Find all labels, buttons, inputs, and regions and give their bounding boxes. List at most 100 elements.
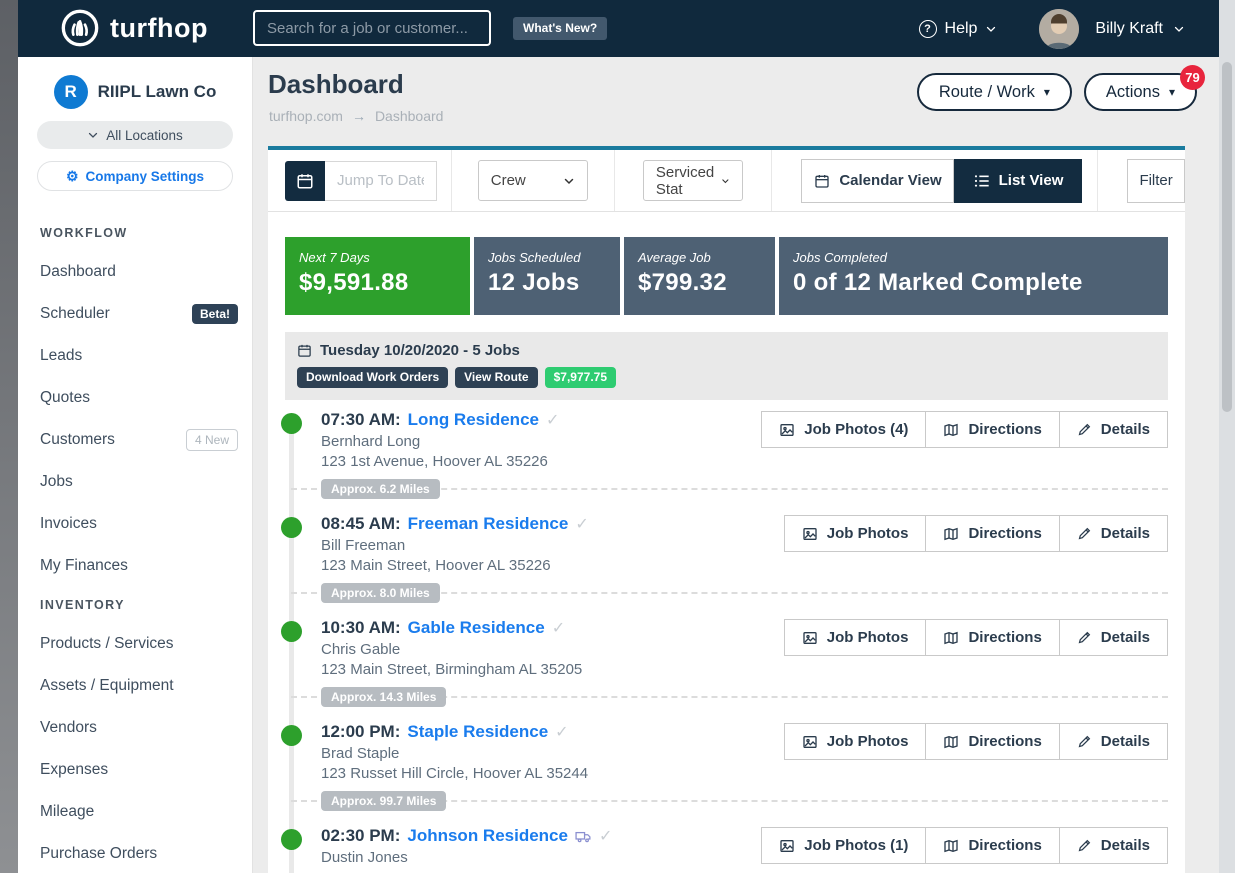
sidebar-item-jobs[interactable]: Jobs — [18, 461, 252, 503]
serviced-status-select[interactable]: Serviced Stat — [643, 160, 743, 201]
miles-badge: Approx. 99.7 Miles — [321, 791, 446, 811]
date-picker-button[interactable] — [285, 161, 325, 201]
avatar[interactable] — [1039, 9, 1079, 49]
pencil-icon — [1077, 734, 1092, 749]
job-name-link[interactable]: Freeman Residence — [408, 514, 569, 534]
gear-icon: ⚙ — [66, 169, 79, 183]
job-time: 12:00 PM: — [321, 722, 400, 742]
chevron-down-icon — [985, 23, 997, 35]
user-menu[interactable]: Billy Kraft — [1095, 20, 1185, 38]
sidebar-item-leads[interactable]: Leads — [18, 335, 252, 377]
caret-down-icon: ▾ — [1044, 86, 1050, 98]
view-route-button[interactable]: View Route — [455, 367, 537, 388]
breadcrumb-page: Dashboard — [375, 108, 444, 124]
job-row: 07:30 AM: Long Residence ✓ Bernhard Long… — [285, 410, 1168, 514]
topbar: turfhop What's New? ? Help Billy Kraft — [0, 0, 1219, 57]
job-time: 08:45 AM: — [321, 514, 401, 534]
stat-jobs-completed: Jobs Completed 0 of 12 Marked Complete — [779, 237, 1168, 315]
chevron-down-icon — [721, 175, 730, 187]
job-time: 10:30 AM: — [321, 618, 401, 638]
check-icon: ✓ — [546, 410, 559, 430]
page-scrollbar[interactable] — [1219, 0, 1235, 873]
job-status-dot — [281, 829, 302, 850]
details-button[interactable]: Details — [1059, 619, 1168, 656]
map-icon — [943, 838, 959, 854]
job-photos-button[interactable]: Job Photos — [784, 619, 927, 656]
details-button[interactable]: Details — [1059, 723, 1168, 760]
brand-name: turfhop — [110, 13, 208, 44]
chevron-down-icon — [563, 175, 575, 187]
image-icon — [779, 422, 795, 438]
image-icon — [802, 526, 818, 542]
route-work-dropdown[interactable]: Route / Work ▾ — [917, 73, 1072, 111]
whats-new-button[interactable]: What's New? — [513, 17, 607, 40]
job-name-link[interactable]: Gable Residence — [408, 618, 545, 638]
image-icon — [802, 734, 818, 750]
details-button[interactable]: Details — [1059, 411, 1168, 448]
download-work-orders-button[interactable]: Download Work Orders — [297, 367, 448, 388]
company-settings-button[interactable]: ⚙ Company Settings — [37, 161, 233, 191]
day-total-badge: $7,977.75 — [545, 367, 616, 388]
sidebar-item-invoices[interactable]: Invoices — [18, 503, 252, 545]
company-logo: R — [54, 75, 88, 109]
stat-next-7-days: Next 7 Days $9,591.88 — [285, 237, 470, 315]
directions-button[interactable]: Directions — [925, 411, 1059, 448]
directions-button[interactable]: Directions — [925, 723, 1059, 760]
job-photos-button[interactable]: Job Photos (1) — [761, 827, 926, 864]
crew-select[interactable]: Crew — [478, 160, 588, 201]
pencil-icon — [1077, 526, 1092, 541]
breadcrumb: turfhop.com → Dashboard — [269, 108, 443, 124]
filter-button[interactable]: Filter — [1127, 159, 1185, 203]
sidebar-item-vendors[interactable]: Vendors — [18, 707, 252, 749]
list-icon — [974, 173, 990, 189]
main-content: Dashboard turfhop.com → Dashboard Route … — [253, 57, 1219, 873]
sidebar-item-products-services[interactable]: Products / Services — [18, 623, 252, 665]
jump-to-date-input[interactable] — [325, 161, 437, 201]
directions-button[interactable]: Directions — [925, 515, 1059, 552]
job-address: 123 Russet Hill Circle, Hoover AL 35244 — [321, 765, 1168, 782]
job-photos-button[interactable]: Job Photos — [784, 515, 927, 552]
sidebar-section-header: INVENTORY — [18, 587, 252, 623]
calendar-icon — [814, 173, 830, 189]
sidebar-item-badge: Beta! — [192, 304, 238, 324]
image-icon — [779, 838, 795, 854]
miles-badge: Approx. 14.3 Miles — [321, 687, 446, 707]
sidebar-item-purchase-orders[interactable]: Purchase Orders — [18, 833, 252, 873]
sidebar-item-customers[interactable]: Customers 4 New — [18, 419, 252, 461]
job-photos-button[interactable]: Job Photos — [784, 723, 927, 760]
help-menu[interactable]: ? Help — [919, 20, 998, 38]
sidebar-item-scheduler[interactable]: Scheduler Beta! — [18, 293, 252, 335]
sidebar-item-my-finances[interactable]: My Finances — [18, 545, 252, 587]
stat-jobs-scheduled: Jobs Scheduled 12 Jobs — [474, 237, 620, 315]
sidebar-item-mileage[interactable]: Mileage — [18, 791, 252, 833]
job-time: 07:30 AM: — [321, 410, 401, 430]
directions-button[interactable]: Directions — [925, 827, 1059, 864]
details-button[interactable]: Details — [1059, 515, 1168, 552]
scrollbar-thumb[interactable] — [1222, 62, 1232, 412]
day-header: Tuesday 10/20/2020 - 5 Jobs Download Wor… — [285, 332, 1168, 400]
sidebar-item-expenses[interactable]: Expenses — [18, 749, 252, 791]
job-photos-button[interactable]: Job Photos (4) — [761, 411, 926, 448]
actions-dropdown[interactable]: Actions ▾ 79 — [1084, 73, 1197, 111]
page-title: Dashboard — [268, 69, 404, 100]
job-name-link[interactable]: Long Residence — [408, 410, 539, 430]
breadcrumb-site[interactable]: turfhop.com — [269, 108, 343, 124]
job-name-link[interactable]: Staple Residence — [407, 722, 548, 742]
search-input[interactable] — [253, 10, 491, 46]
job-row: 08:45 AM: Freeman Residence ✓ Bill Freem… — [285, 514, 1168, 618]
content-card: Next 7 Days $9,591.88 Jobs Scheduled 12 … — [268, 212, 1185, 873]
jobs-list: 07:30 AM: Long Residence ✓ Bernhard Long… — [285, 410, 1168, 873]
all-locations-dropdown[interactable]: All Locations — [37, 121, 233, 149]
directions-button[interactable]: Directions — [925, 619, 1059, 656]
job-row: 02:30 PM: Johnson Residence ✓ Dustin Jon… — [285, 826, 1168, 873]
list-view-button[interactable]: List View — [954, 159, 1082, 203]
calendar-view-button[interactable]: Calendar View — [801, 159, 954, 203]
sidebar-item-dashboard[interactable]: Dashboard — [18, 251, 252, 293]
job-name-link[interactable]: Johnson Residence — [407, 826, 568, 846]
sidebar-item-assets-equipment[interactable]: Assets / Equipment — [18, 665, 252, 707]
sidebar-item-quotes[interactable]: Quotes — [18, 377, 252, 419]
details-button[interactable]: Details — [1059, 827, 1168, 864]
map-icon — [943, 526, 959, 542]
map-icon — [943, 734, 959, 750]
filter-bar: Crew Serviced Stat Calendar View — [268, 146, 1185, 212]
